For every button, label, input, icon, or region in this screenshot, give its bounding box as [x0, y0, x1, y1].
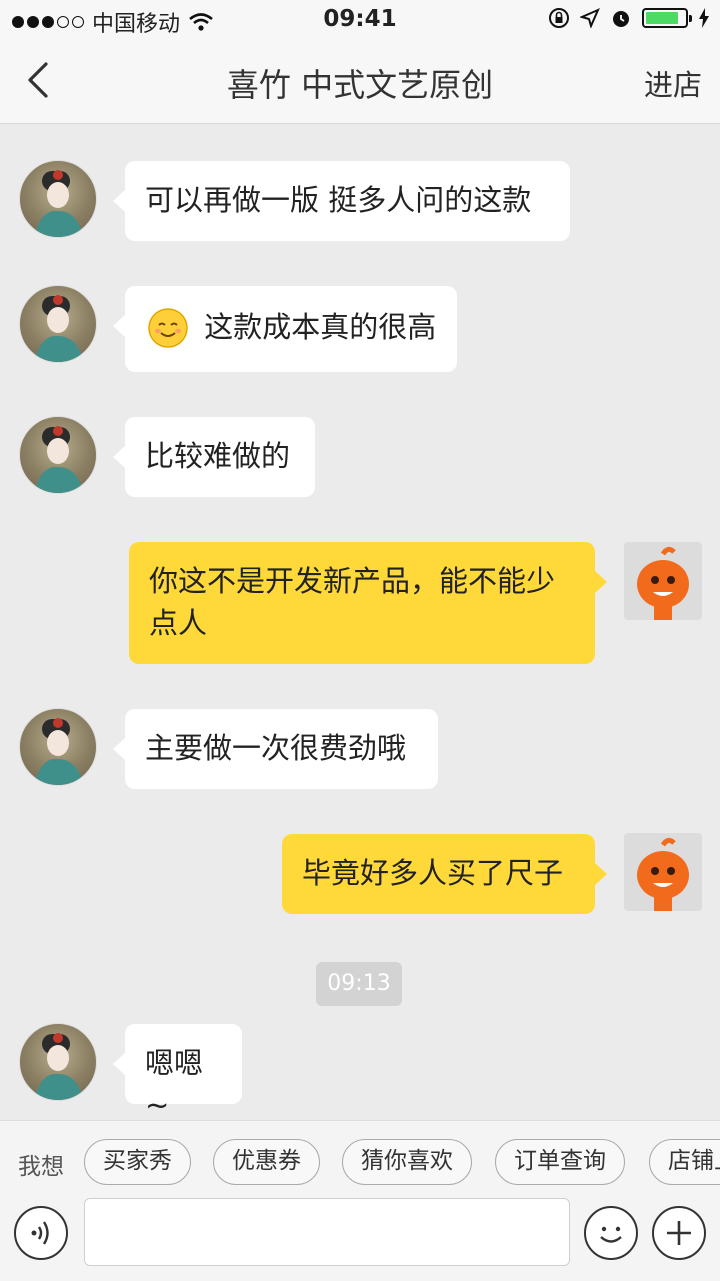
message-bubble[interactable]: 比较难做的 [113, 417, 315, 497]
message-bubble[interactable]: 毕竟好多人买了尺子 [282, 834, 607, 914]
message-text: 你这不是开发新产品，能不能少点人 [149, 564, 556, 640]
chip-shop[interactable]: 店铺上 [649, 1139, 720, 1185]
message-text: 主要做一次很费劲哦 [145, 731, 407, 765]
seller-avatar[interactable] [19, 708, 97, 786]
message-bubble[interactable]: 可以再做一版 挺多人问的这款 [113, 161, 570, 241]
emoji-button[interactable] [584, 1206, 638, 1260]
message-text: 这款成本真的很高 [204, 310, 437, 344]
seller-avatar[interactable] [19, 1023, 97, 1101]
page-title: 喜竹 中式文艺原创 [226, 66, 494, 104]
message-bubble[interactable]: 主要做一次很费劲哦 [113, 709, 438, 789]
chip-buyer-show[interactable]: 买家秀 [84, 1139, 191, 1185]
status-right [548, 7, 710, 29]
chip-coupon[interactable]: 优惠券 [213, 1139, 320, 1185]
quick-label: 我想 [18, 1154, 64, 1180]
seller-avatar[interactable] [19, 160, 97, 238]
message-text: 比较难做的 [145, 439, 291, 473]
orientation-lock-icon [549, 8, 569, 28]
more-options-button[interactable] [652, 1206, 706, 1260]
chip-order-query[interactable]: 订单查询 [495, 1139, 625, 1185]
seller-avatar[interactable] [19, 416, 97, 494]
status-bar: 中国移动 09:41 [0, 0, 720, 40]
smiling-face-emoji-icon [148, 308, 188, 348]
alarm-icon [613, 11, 629, 27]
message-bubble[interactable]: 这款成本真的很高 [113, 286, 457, 372]
user-avatar[interactable] [624, 833, 702, 911]
quick-suggestions-bar: 我想 买家秀 优惠券 猜你喜欢 订单查询 店铺上 [0, 1120, 720, 1202]
user-avatar[interactable] [624, 542, 702, 620]
charging-bolt-icon [699, 8, 709, 28]
nav-bar: 喜竹 中式文艺原创 进店 [0, 40, 720, 124]
message-text: 毕竟好多人买了尺子 [302, 856, 564, 890]
sound-wave-icon [31, 1221, 49, 1245]
message-bubble[interactable]: 嗯嗯~ [113, 1024, 242, 1122]
message-text: 嗯嗯~ [145, 1046, 204, 1122]
timestamp-divider: 09:13 [316, 962, 402, 1006]
seller-avatar[interactable] [19, 285, 97, 363]
message-input[interactable] [84, 1198, 570, 1266]
input-bar [0, 1198, 720, 1281]
chip-recommend[interactable]: 猜你喜欢 [342, 1139, 472, 1185]
voice-input-button[interactable] [14, 1206, 68, 1260]
battery-icon [642, 8, 692, 28]
location-arrow-icon [580, 8, 600, 28]
message-text: 可以再做一版 挺多人问的这款 [145, 183, 532, 217]
smiley-icon [600, 1226, 622, 1243]
message-bubble[interactable]: 你这不是开发新产品，能不能少点人 [129, 542, 607, 664]
enter-shop-button[interactable]: 进店 [644, 62, 702, 104]
plus-icon [667, 1221, 691, 1245]
